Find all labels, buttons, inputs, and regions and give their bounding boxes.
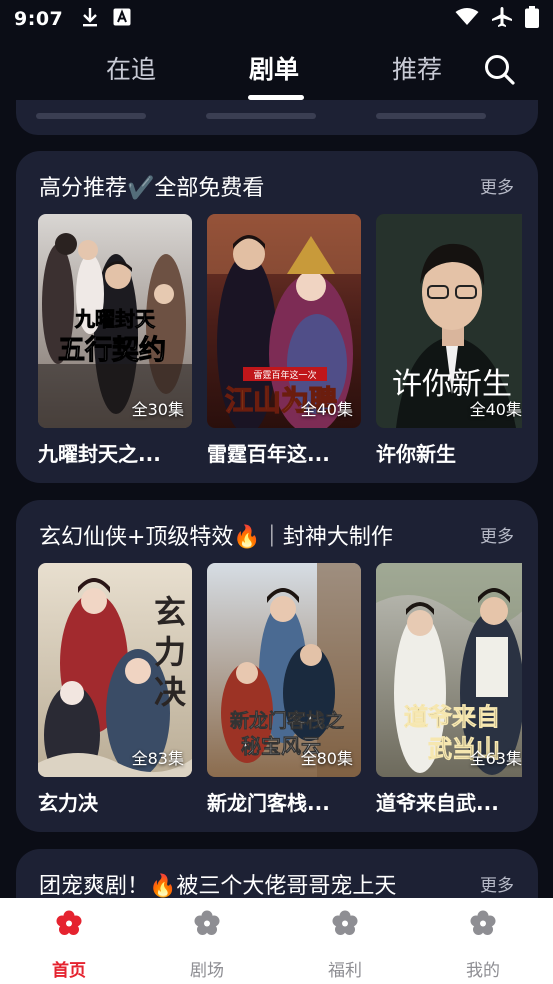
poster-image[interactable]: 九曜封天 五行契约 全30集 — [38, 214, 192, 428]
tab-recommend[interactable]: 推荐 — [392, 50, 442, 86]
search-button[interactable] — [482, 52, 518, 88]
drama-title[interactable]: 新龙门客栈... — [207, 787, 361, 816]
download-icon — [81, 7, 99, 31]
section-title: 高分推荐✔️全部免费看 — [39, 176, 265, 201]
nav-label: 剧场 — [190, 961, 224, 981]
poster-row[interactable]: 九曜封天 五行契约 全30集 九曜封天之... 雷霆百年这一次 江山为聘 全40… — [38, 214, 522, 474]
status-time: 9:07 — [14, 8, 64, 30]
poster-image[interactable]: 许你新生 全40集 — [376, 214, 522, 428]
more-button[interactable]: 更多 — [480, 871, 514, 896]
svg-text:新龙门客栈之: 新龙门客栈之 — [230, 709, 344, 732]
nav-label: 首页 — [52, 961, 86, 981]
poster-image[interactable]: 玄 力 决 全83集 — [38, 563, 192, 777]
drama-card[interactable]: 新龙门客栈之 秘宝风云 全80集 新龙门客栈... — [207, 563, 361, 816]
battery-icon — [525, 6, 539, 32]
flower-icon — [332, 910, 358, 935]
tab-playlist[interactable]: 剧单 — [249, 50, 299, 86]
flower-icon — [470, 910, 496, 935]
poster-image[interactable]: 雷霆百年这一次 江山为聘 全40集 — [207, 214, 361, 428]
bottom-nav: 首页 剧场 福利 我的 — [0, 898, 553, 984]
airplane-icon — [491, 6, 513, 32]
tab-following[interactable]: 在追 — [106, 50, 156, 86]
drama-title[interactable]: 玄力决 — [38, 787, 192, 816]
drama-card[interactable]: 道爷来自 武当山 全63集 道爷来自武... — [376, 563, 522, 816]
section-title: 团宠爽剧！🔥被三个大佬哥哥宠上天 — [39, 874, 397, 898]
drama-title[interactable]: 雷霆百年这... — [207, 438, 361, 467]
drama-card[interactable]: 玄 力 决 全83集 玄力决 — [38, 563, 192, 816]
svg-text:力: 力 — [154, 633, 186, 671]
wifi-icon — [455, 8, 479, 30]
poster-image[interactable]: 新龙门客栈之 秘宝风云 全80集 — [207, 563, 361, 777]
episode-count: 全83集 — [131, 749, 184, 768]
nav-label: 我的 — [466, 961, 500, 981]
nav-welfare[interactable]: 福利 — [276, 898, 414, 984]
top-tab-bar: 在追 剧单 推荐 — [0, 40, 553, 102]
drama-card[interactable]: 许你新生 全40集 许你新生 — [376, 214, 522, 467]
nav-mine[interactable]: 我的 — [414, 898, 552, 984]
poster-image[interactable]: 道爷来自 武当山 全63集 — [376, 563, 522, 777]
drama-title[interactable]: 道爷来自武... — [376, 787, 522, 816]
playlist-feed[interactable]: 高分推荐✔️全部免费看 更多 九曜封天 五行契约 全30集 九曜封天之... 雷… — [0, 100, 553, 898]
svg-text:道爷来自: 道爷来自 — [404, 702, 500, 731]
svg-text:九曜封天: 九曜封天 — [74, 307, 156, 331]
episode-count: 全40集 — [300, 400, 353, 419]
section-card: 玄幻仙侠+顶级特效🔥｜封神大制作 更多 玄 力 决 全83集 玄力决 新龙门客栈… — [16, 500, 538, 832]
nav-theater[interactable]: 剧场 — [138, 898, 276, 984]
status-bar: 9:07 — [0, 0, 553, 38]
poster-row[interactable]: 玄 力 决 全83集 玄力决 新龙门客栈之 秘宝风云 全80集 新龙门客栈...… — [38, 563, 522, 823]
episode-count: 全63集 — [469, 749, 522, 768]
svg-text:五行契约: 五行契约 — [58, 334, 166, 366]
flower-icon — [194, 910, 220, 935]
previous-section-card — [16, 100, 538, 135]
a-notification-icon — [113, 8, 131, 30]
svg-text:雷霆百年这一次: 雷霆百年这一次 — [253, 369, 316, 381]
more-button[interactable]: 更多 — [480, 522, 514, 547]
nav-home[interactable]: 首页 — [0, 898, 138, 984]
episode-count: 全30集 — [131, 400, 184, 419]
episode-count: 全80集 — [300, 749, 353, 768]
drama-card[interactable]: 雷霆百年这一次 江山为聘 全40集 雷霆百年这... — [207, 214, 361, 467]
section-card: 高分推荐✔️全部免费看 更多 九曜封天 五行契约 全30集 九曜封天之... 雷… — [16, 151, 538, 483]
nav-label: 福利 — [328, 961, 362, 981]
drama-card[interactable]: 九曜封天 五行契约 全30集 九曜封天之... — [38, 214, 192, 467]
drama-title[interactable]: 许你新生 — [376, 438, 522, 467]
section-title: 玄幻仙侠+顶级特效🔥｜封神大制作 — [39, 525, 393, 550]
svg-text:决: 决 — [154, 673, 186, 711]
drama-title[interactable]: 九曜封天之... — [38, 438, 192, 467]
search-icon — [485, 55, 515, 85]
flower-icon — [56, 910, 82, 935]
section-card: 团宠爽剧！🔥被三个大佬哥哥宠上天 更多 — [16, 849, 538, 898]
episode-count: 全40集 — [469, 400, 522, 419]
more-button[interactable]: 更多 — [480, 173, 514, 198]
svg-text:玄: 玄 — [154, 593, 186, 631]
